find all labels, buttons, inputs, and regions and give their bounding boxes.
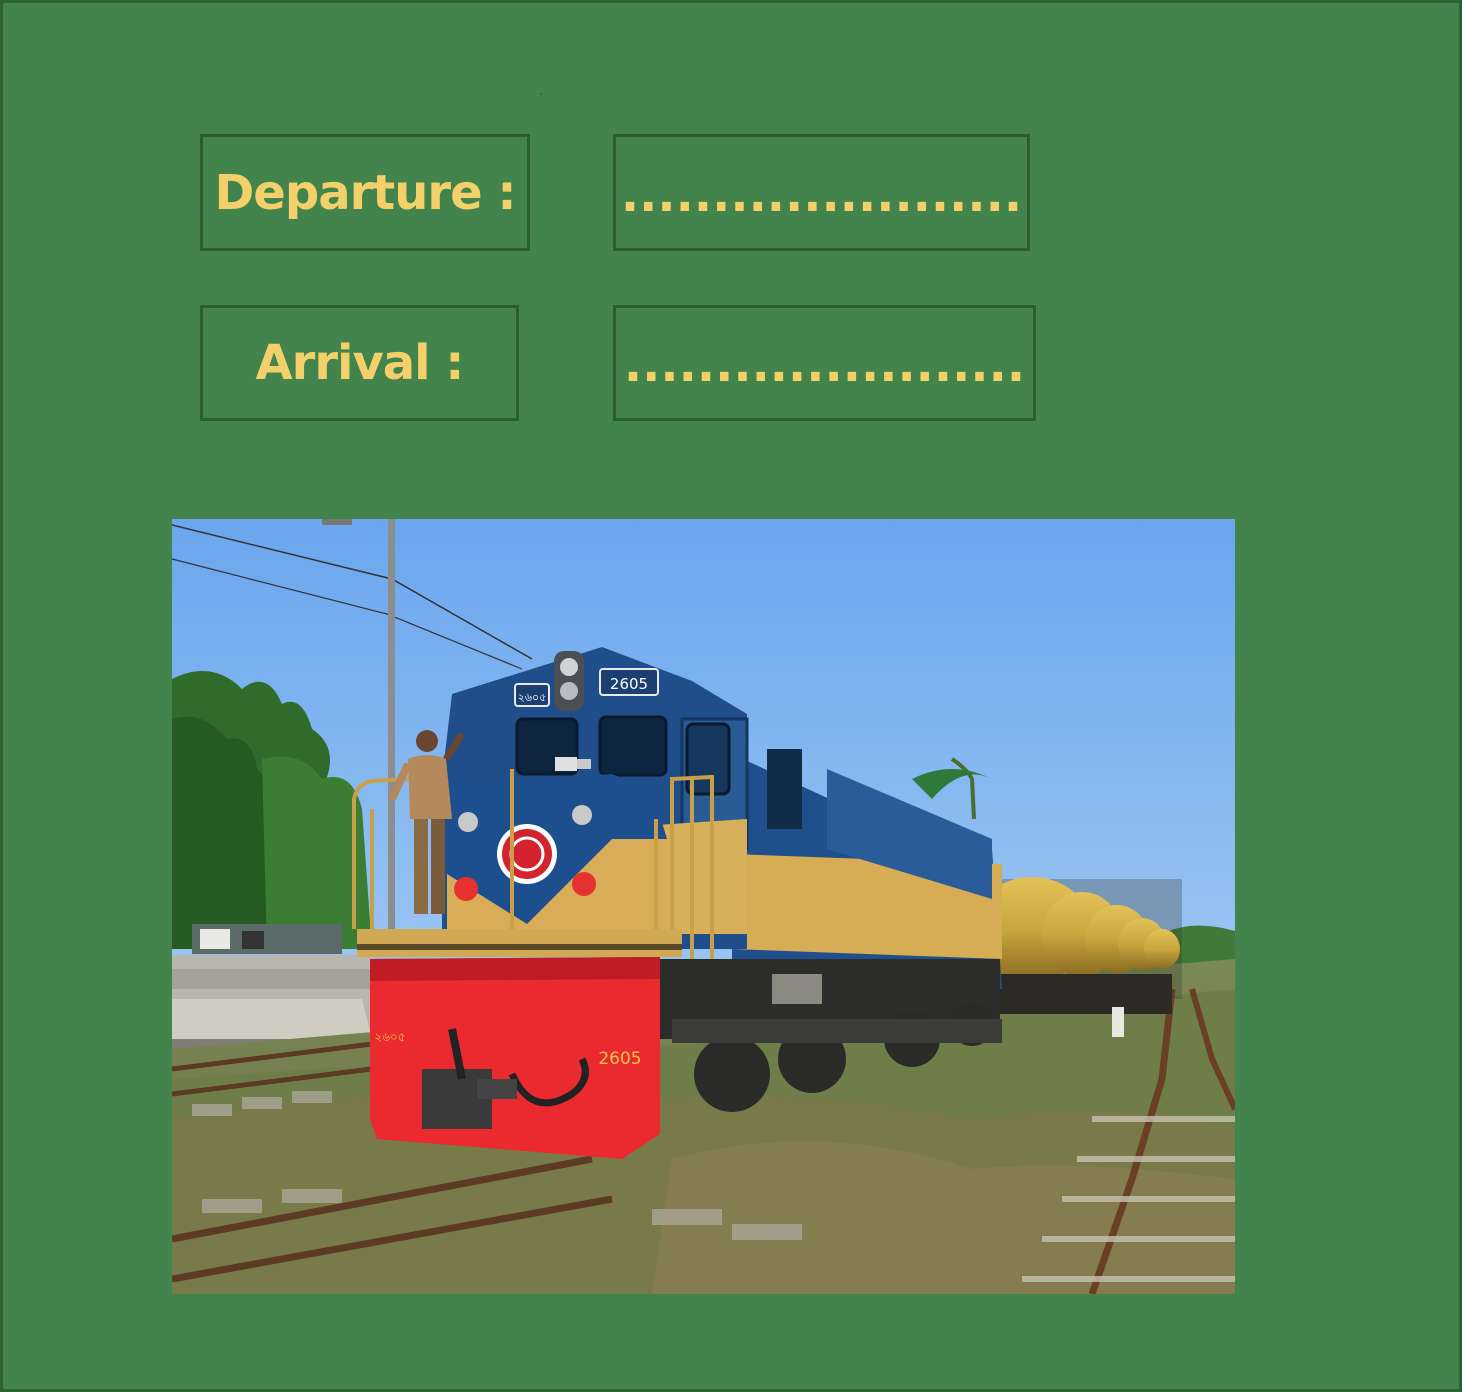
arrival-value: ...................... <box>623 337 1026 393</box>
arrival-label-box: Arrival : <box>200 305 519 421</box>
train-photo: 2605 ২৬০৫ 2605 ২৬০৫ <box>172 519 1235 1294</box>
arrival-value-field[interactable]: ...................... <box>613 305 1036 421</box>
page-frame: Departure : ...................... Arriv… <box>0 0 1462 1392</box>
cab-number-plate: 2605 <box>610 675 648 693</box>
arrival-label: Arrival : <box>255 335 465 391</box>
front-number-bengali: ২৬০৫ <box>374 1030 405 1044</box>
departure-label: Departure : <box>214 164 516 221</box>
departure-value: ...................... <box>620 166 1023 223</box>
front-number: 2605 <box>598 1049 641 1069</box>
departure-value-field[interactable]: ...................... <box>613 134 1030 251</box>
departure-label-box: Departure : <box>200 134 530 251</box>
cab-number-plate-bengali: ২৬০৫ <box>518 691 547 704</box>
dot-mark <box>540 93 542 95</box>
